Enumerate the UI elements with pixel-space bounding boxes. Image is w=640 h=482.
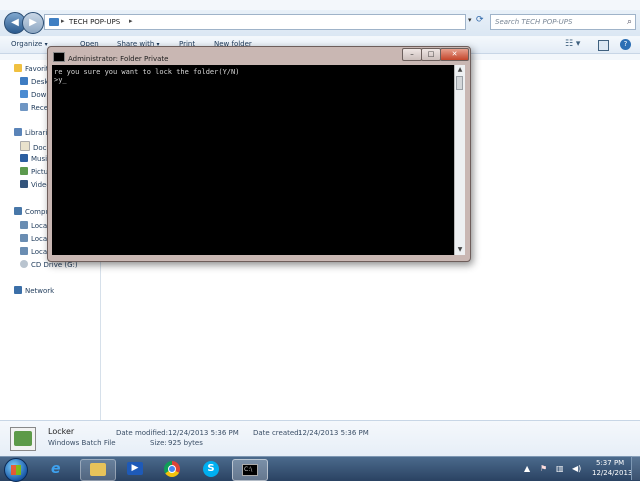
folder-icon (49, 18, 59, 26)
taskbar-skype[interactable]: S (194, 459, 228, 479)
taskbar-command-prompt[interactable]: C:\ (232, 459, 268, 481)
start-button[interactable] (4, 458, 28, 482)
size-value: 925 bytes (168, 439, 203, 447)
taskbar-chrome[interactable] (156, 459, 190, 479)
scroll-down-icon[interactable]: ▼ (455, 245, 465, 255)
clock-time[interactable]: 5:37 PM (596, 459, 624, 467)
date-created-label: Date created: (253, 429, 301, 437)
internet-explorer-icon: e (51, 461, 61, 477)
downloads-icon (20, 90, 28, 98)
maximize-button[interactable]: □ (421, 48, 441, 61)
windows-logo-icon (11, 465, 21, 475)
file-name: Locker (48, 427, 75, 436)
documents-icon (20, 141, 30, 151)
taskbar-windows-explorer[interactable] (80, 459, 116, 481)
search-icon[interactable]: ⌕ (627, 17, 632, 27)
scroll-thumb[interactable] (456, 76, 463, 90)
console-window[interactable]: Administrator: Folder Private – □ ✕ re y… (47, 46, 471, 262)
volume-icon[interactable]: ◀) (572, 464, 581, 473)
search-placeholder: Search TECH POP-UPS (495, 18, 573, 26)
console-text: re you sure you want to lock the folder(… (54, 68, 240, 84)
desktop-icon (20, 77, 28, 85)
show-hidden-icons-icon[interactable]: ▲ (524, 464, 530, 473)
disk-icon (20, 247, 28, 255)
nav-label: Network (25, 287, 55, 295)
minimize-button[interactable]: – (402, 48, 422, 61)
address-dropdown-icon[interactable]: ▾ (468, 16, 472, 24)
recent-places-icon (20, 103, 28, 111)
nav-network[interactable]: Network (14, 286, 54, 295)
breadcrumb-item[interactable]: TECH POP-UPS (69, 18, 120, 26)
nav-label: CD Drive (G:) (31, 261, 78, 269)
taskbar-internet-explorer[interactable]: e (42, 459, 76, 479)
network-icon (14, 286, 22, 294)
file-type: Windows Batch File (48, 439, 116, 447)
show-desktop-button[interactable] (631, 456, 640, 480)
date-modified-value: 12/24/2013 5:36 PM (168, 429, 239, 437)
videos-icon (20, 180, 28, 188)
details-pane: Locker Windows Batch File Date modified:… (0, 420, 640, 457)
breadcrumb-separator[interactable]: ▸ (129, 17, 133, 25)
forward-button[interactable]: ▶ (22, 12, 44, 34)
disk-icon (20, 234, 28, 242)
organize-button[interactable]: Organize ▾ (11, 40, 48, 48)
close-button[interactable]: ✕ (440, 48, 469, 61)
scroll-up-icon[interactable]: ▲ (455, 65, 465, 75)
console-icon (53, 52, 65, 62)
console-title-bar[interactable]: Administrator: Folder Private (53, 52, 168, 63)
preview-pane-icon[interactable] (598, 40, 609, 51)
breadcrumb-separator[interactable]: ▸ (61, 17, 65, 25)
folder-icon (90, 463, 106, 476)
chrome-icon (164, 461, 180, 477)
console-title: Administrator: Folder Private (68, 55, 169, 63)
network-icon[interactable]: ▥ (556, 464, 564, 473)
date-created-value: 12/24/2013 5:36 PM (298, 429, 369, 437)
help-icon[interactable]: ? (620, 39, 631, 50)
star-icon (14, 64, 22, 72)
taskbar-media-player[interactable]: ▶ (118, 459, 152, 479)
change-view-icon[interactable]: ☷ ▾ (565, 39, 580, 49)
skype-icon: S (203, 461, 219, 477)
date-modified-label: Date modified: (116, 429, 168, 437)
cd-drive-icon (20, 260, 28, 268)
command-prompt-icon: C:\ (242, 464, 258, 476)
search-input[interactable]: Search TECH POP-UPS ⌕ (490, 14, 636, 30)
system-tray: ▲ ⚑ ▥ ◀) 5:37 PM 12/24/2013 (520, 456, 640, 480)
disk-icon (20, 221, 28, 229)
libraries-icon (14, 128, 22, 136)
console-output[interactable]: re you sure you want to lock the folder(… (52, 65, 454, 255)
pictures-icon (20, 167, 28, 175)
media-player-icon: ▶ (127, 462, 143, 475)
back-arrow-icon: ◀ (11, 17, 19, 28)
refresh-icon[interactable]: ⟳ (476, 15, 484, 25)
batch-file-icon (10, 427, 36, 451)
console-scrollbar[interactable]: ▲ ▼ (454, 65, 465, 255)
forward-arrow-icon: ▶ (29, 17, 37, 28)
clock-date[interactable]: 12/24/2013 (592, 469, 632, 477)
computer-icon (14, 207, 22, 215)
music-icon (20, 154, 28, 162)
size-label: Size: (150, 439, 167, 447)
address-bar[interactable]: ▸ TECH POP-UPS ▸ (44, 14, 466, 30)
action-center-icon[interactable]: ⚑ (540, 464, 547, 473)
organize-label: Organize (11, 40, 43, 48)
